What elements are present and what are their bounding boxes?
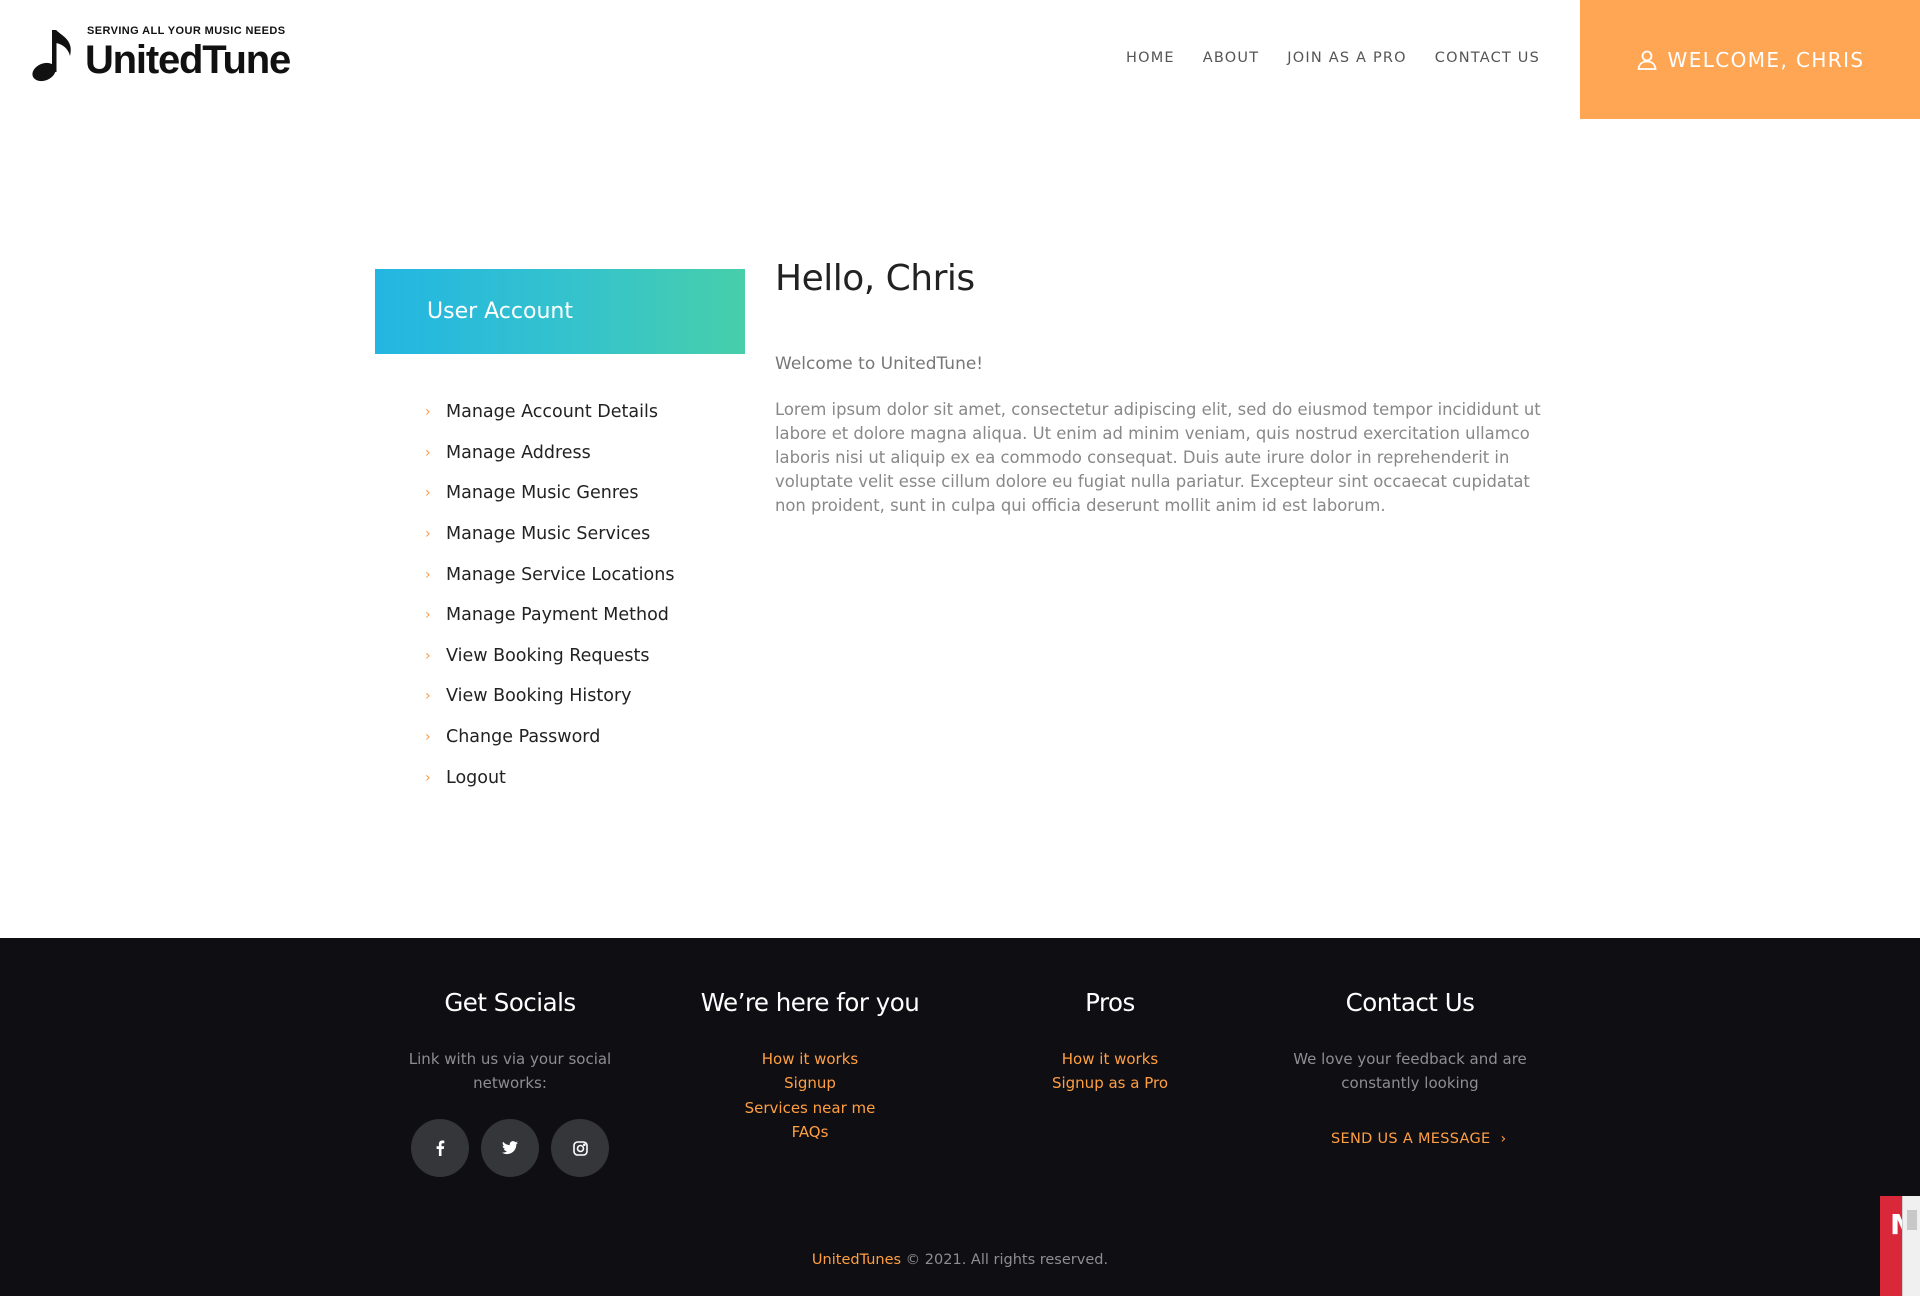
footer-link-how-it-works[interactable]: How it works (660, 1047, 960, 1071)
menu-item-label: View Booking History (446, 686, 632, 707)
twitter-icon[interactable] (481, 1119, 539, 1177)
footer-link-signup-as-pro[interactable]: Signup as a Pro (960, 1071, 1260, 1095)
chevron-right-icon: › (425, 526, 431, 543)
menu-item-label: Manage Account Details (446, 402, 658, 423)
menu-item-label: Manage Music Genres (446, 483, 639, 504)
menu-item-manage-address[interactable]: › Manage Address (425, 433, 674, 474)
menu-item-label: Manage Service Locations (446, 564, 675, 585)
body-text: Lorem ipsum dolor sit amet, consectetur … (775, 400, 1541, 515)
site-footer: Get Socials Link with us via your social… (0, 938, 1920, 1296)
footer-socials-column: Get Socials Link with us via your social… (360, 988, 660, 1095)
welcome-label: WELCOME, CHRIS (1667, 47, 1865, 72)
music-note-icon (32, 30, 71, 82)
facebook-icon[interactable] (411, 1119, 469, 1177)
welcome-message: Welcome to UnitedTune! (775, 354, 984, 374)
menu-item-change-password[interactable]: › Change Password (425, 717, 674, 758)
menu-item-label: Manage Music Services (446, 524, 651, 545)
chevron-right-icon: › (425, 729, 431, 746)
copyright-brand[interactable]: UnitedTunes (812, 1252, 901, 1268)
footer-contact-title: Contact Us (1345, 988, 1475, 1017)
menu-item-manage-account-details[interactable]: › Manage Account Details (425, 392, 674, 433)
main-nav: HOME ABOUT JOIN AS A PRO CONTACT US (1126, 50, 1540, 66)
page-title: Hello, Chris (775, 258, 975, 299)
chevron-right-icon: › (425, 647, 431, 664)
copyright-text: © 2021. All rights reserved. (901, 1252, 1109, 1268)
footer-link-faqs[interactable]: FAQs (660, 1120, 960, 1144)
widget-scrollbar[interactable] (1902, 1196, 1920, 1296)
nav-home[interactable]: HOME (1126, 50, 1175, 66)
menu-item-label: Manage Address (446, 442, 591, 463)
widget-scroll-thumb[interactable] (1907, 1210, 1917, 1230)
chevron-right-icon: › (425, 566, 431, 583)
footer-contact-desc: We love your feedback and are constantly… (1293, 1050, 1527, 1092)
sidebar-header: User Account (375, 269, 745, 354)
send-message-label: SEND US A MESSAGE (1331, 1131, 1491, 1147)
chevron-right-icon: › (425, 607, 431, 624)
site-logo[interactable]: SERVING ALL YOUR MUSIC NEEDS UnitedTune (30, 24, 300, 84)
footer-socials-title: Get Socials (444, 988, 576, 1017)
menu-item-manage-service-locations[interactable]: › Manage Service Locations (425, 554, 674, 595)
menu-item-label: Change Password (446, 727, 601, 748)
nav-join-as-pro[interactable]: JOIN AS A PRO (1287, 50, 1407, 66)
menu-item-manage-payment-method[interactable]: › Manage Payment Method (425, 595, 674, 636)
user-icon (1637, 50, 1657, 70)
instagram-icon[interactable] (551, 1119, 609, 1177)
chevron-right-icon: › (425, 404, 431, 421)
sidebar-title: User Account (427, 299, 573, 324)
footer-socials-desc: Link with us via your social networks: (408, 1050, 612, 1092)
menu-item-label: Manage Payment Method (446, 605, 669, 626)
footer-help-column: We’re here for you How it works Signup S… (660, 988, 960, 1145)
chat-widget[interactable]: M (1880, 1196, 1920, 1296)
menu-item-view-booking-requests[interactable]: › View Booking Requests (425, 636, 674, 677)
send-message-link[interactable]: SEND US A MESSAGE › (1331, 1131, 1506, 1147)
chevron-right-icon: › (1500, 1131, 1507, 1147)
copyright: UnitedTunes © 2021. All rights reserved. (0, 1252, 1920, 1268)
nav-about[interactable]: ABOUT (1203, 50, 1260, 66)
menu-item-manage-music-genres[interactable]: › Manage Music Genres (425, 473, 674, 514)
footer-pros-title: Pros (1085, 988, 1135, 1017)
menu-item-label: Logout (446, 767, 506, 788)
footer-contact-column: Contact Us We love your feedback and are… (1260, 988, 1560, 1095)
main-content: Hello, Chris Welcome to UnitedTune! Lore… (775, 258, 1555, 518)
footer-help-title: We’re here for you (700, 988, 920, 1017)
chevron-right-icon: › (425, 444, 431, 461)
footer-help-links: How it works Signup Services near me FAQ… (660, 1047, 960, 1145)
footer-link-pros-how-it-works[interactable]: How it works (960, 1047, 1260, 1071)
menu-item-view-booking-history[interactable]: › View Booking History (425, 676, 674, 717)
logo-tagline: SERVING ALL YOUR MUSIC NEEDS (87, 25, 286, 37)
account-menu: › Manage Account Details › Manage Address … (425, 392, 674, 798)
social-links (411, 1119, 609, 1177)
footer-pros-column: Pros How it works Signup as a Pro (960, 988, 1260, 1096)
menu-item-logout[interactable]: › Logout (425, 757, 674, 798)
footer-pros-links: How it works Signup as a Pro (960, 1047, 1260, 1096)
footer-link-services-near-me[interactable]: Services near me (660, 1096, 960, 1120)
welcome-user-button[interactable]: WELCOME, CHRIS (1580, 0, 1920, 119)
menu-item-manage-music-services[interactable]: › Manage Music Services (425, 514, 674, 555)
footer-link-signup[interactable]: Signup (660, 1071, 960, 1095)
logo-brand: UnitedTune (85, 38, 291, 82)
chevron-right-icon: › (425, 688, 431, 705)
nav-contact-us[interactable]: CONTACT US (1435, 50, 1540, 66)
site-header: SERVING ALL YOUR MUSIC NEEDS UnitedTune … (0, 0, 1920, 119)
menu-item-label: View Booking Requests (446, 645, 650, 666)
chevron-right-icon: › (425, 485, 431, 502)
chevron-right-icon: › (425, 769, 431, 786)
